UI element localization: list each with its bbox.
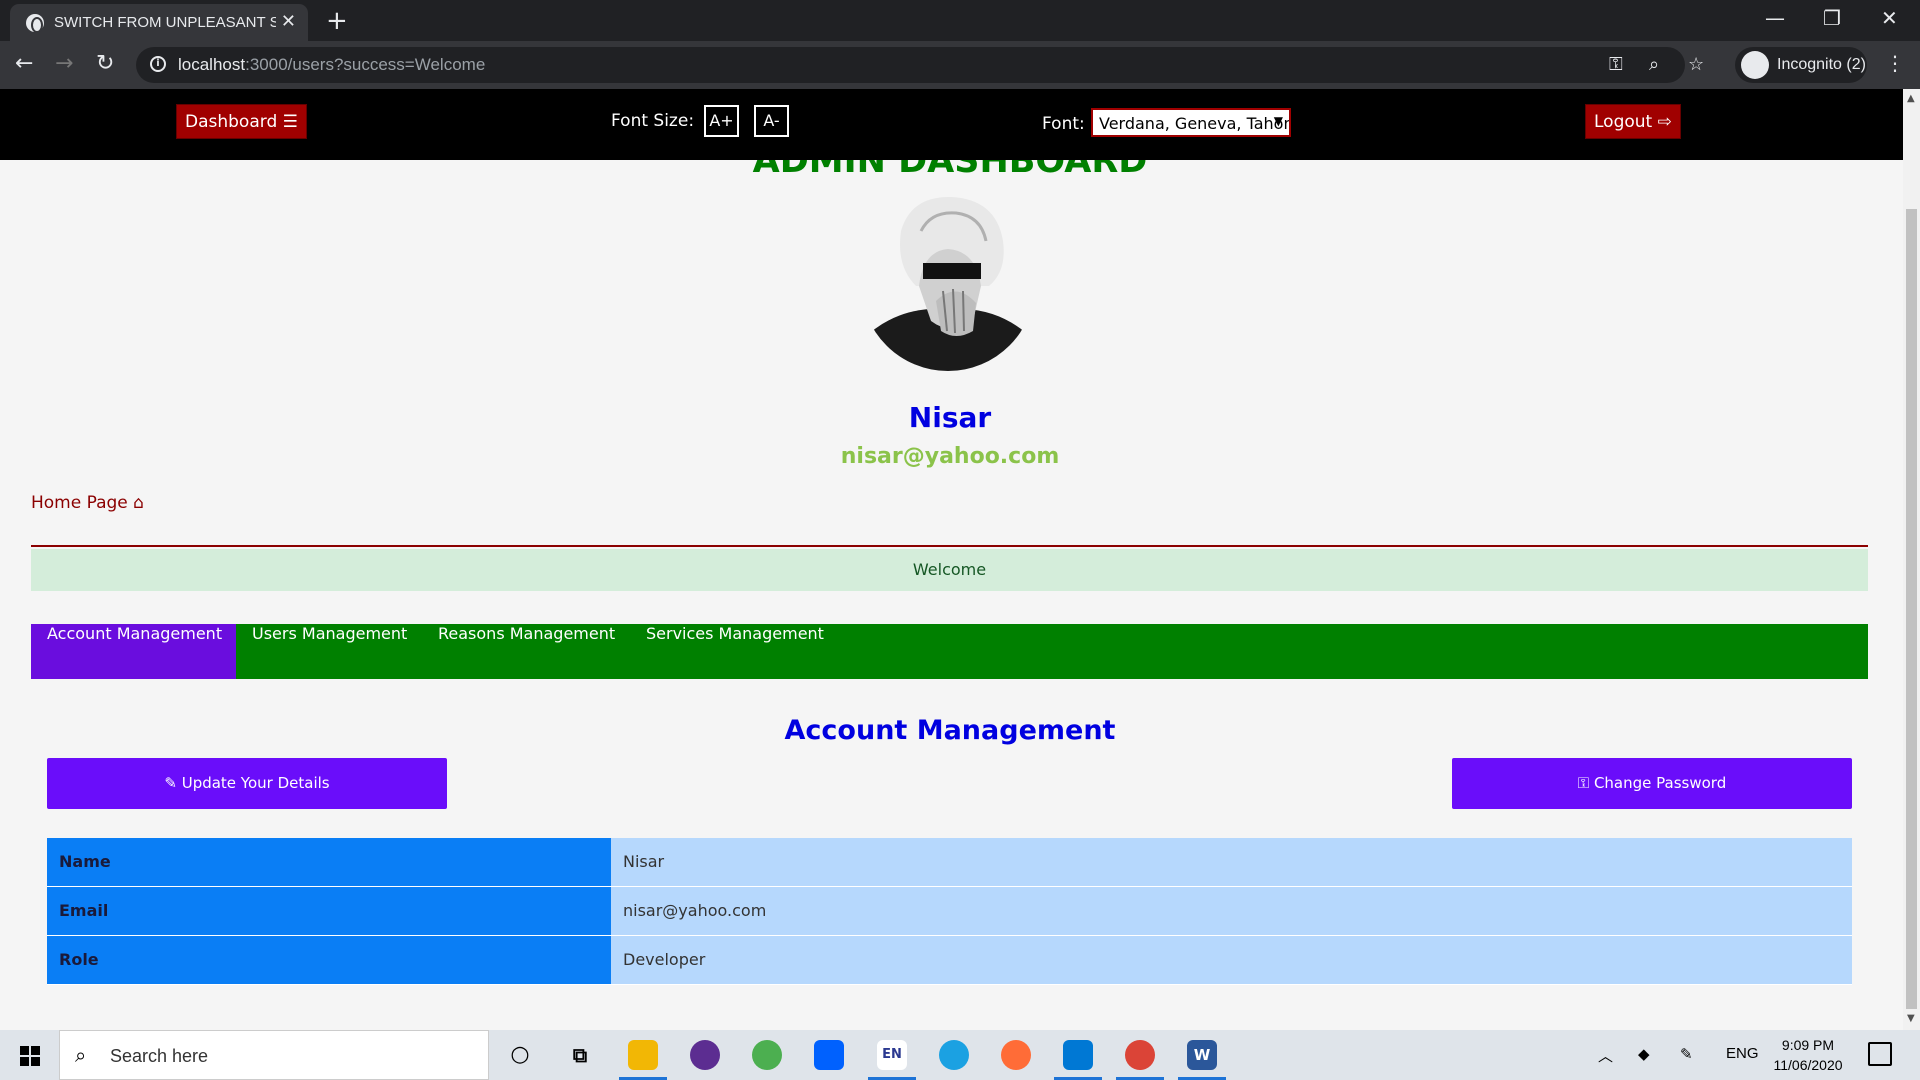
row-value: Developer: [611, 936, 1852, 984]
tray-dropbox-icon[interactable]: ◆: [1638, 1045, 1650, 1063]
new-tab-button[interactable]: +: [326, 6, 348, 36]
font-select[interactable]: Verdana, Geneva, Tahoma ▼: [1091, 108, 1291, 137]
table-row: Name Nisar: [47, 838, 1852, 887]
browser-toolbar: ← → ↻ i localhost:3000/users?success=Wel…: [0, 41, 1920, 89]
scroll-thumb[interactable]: [1906, 209, 1917, 1009]
tab-account-management[interactable]: Account Management: [31, 624, 236, 679]
edge-icon[interactable]: [939, 1040, 969, 1070]
search-icon: ⌕: [75, 1043, 87, 1067]
tab-services-management[interactable]: Services Management: [646, 624, 824, 679]
tab-reasons-management[interactable]: Reasons Management: [438, 624, 615, 679]
row-key: Email: [47, 887, 611, 935]
tab-title: SWITCH FROM UNPLEASANT SCENE: [54, 14, 276, 31]
incognito-label: Incognito (2): [1777, 56, 1866, 73]
table-row: Email nisar@yahoo.com: [47, 887, 1852, 936]
url-text[interactable]: localhost:3000/users?success=Welcome: [178, 55, 485, 75]
github-icon[interactable]: [690, 1040, 720, 1070]
incognito-icon: [1741, 51, 1769, 79]
clock-time: 9:09 PM: [1781, 1037, 1835, 1053]
font-select-value: Verdana, Geneva, Tahoma: [1099, 114, 1291, 133]
font-increase-button[interactable]: A+: [704, 105, 739, 137]
key-icon[interactable]: ⚿: [1609, 54, 1623, 75]
browser-tab[interactable]: SWITCH FROM UNPLEASANT SCENE ✕: [10, 4, 308, 41]
vscode-icon[interactable]: [1063, 1040, 1093, 1070]
font-label: Font:: [1042, 114, 1085, 134]
zoom-icon[interactable]: ⌕: [1649, 54, 1659, 75]
page-viewport: Dashboard ☰ Font Size: A+ A- Font: Verda…: [0, 89, 1903, 1030]
globe-icon: [26, 14, 44, 33]
user-email: nisar@yahoo.com: [840, 444, 1060, 469]
back-icon[interactable]: ←: [15, 51, 33, 76]
tab-users-management[interactable]: Users Management: [252, 624, 407, 679]
minimize-icon[interactable]: —: [1765, 6, 1785, 30]
taskbar-search[interactable]: ⌕ Search here: [59, 1030, 489, 1080]
tab-close-icon[interactable]: ✕: [281, 11, 296, 32]
update-details-button[interactable]: ✎ Update Your Details: [47, 758, 447, 809]
close-window-icon[interactable]: ✕: [1881, 6, 1898, 30]
avatar: [861, 191, 1035, 371]
postman-icon[interactable]: [1001, 1040, 1031, 1070]
chevron-down-icon: ▼: [1273, 114, 1283, 128]
home-page-link[interactable]: Home Page ⌂: [31, 493, 144, 513]
tray-pen-icon[interactable]: ✎: [1680, 1045, 1693, 1063]
reload-icon[interactable]: ↻: [96, 51, 114, 76]
table-row: Role Developer: [47, 936, 1852, 985]
notification-icon[interactable]: [1868, 1042, 1892, 1066]
en-icon[interactable]: EN: [877, 1040, 907, 1070]
browser-tab-strip: SWITCH FROM UNPLEASANT SCENE ✕ + — ❐ ✕: [0, 0, 1920, 41]
address-bar[interactable]: i localhost:3000/users?success=Welcome ⚿…: [136, 47, 1704, 83]
row-key: Name: [47, 838, 611, 886]
row-value: Nisar: [611, 838, 1852, 886]
row-value: nisar@yahoo.com: [611, 887, 1852, 935]
user-name: Nisar: [908, 401, 992, 434]
row-key: Role: [47, 936, 611, 984]
management-tabs: Account Management Users Management Reas…: [31, 624, 1868, 679]
divider: [31, 545, 1868, 547]
account-details-table: Name Nisar Email nisar@yahoo.com Role De…: [47, 838, 1852, 985]
site-info-icon[interactable]: i: [150, 56, 166, 72]
font-size-label: Font Size:: [611, 111, 695, 131]
logout-button[interactable]: Logout ⇨: [1585, 104, 1681, 139]
forward-icon[interactable]: →: [55, 51, 73, 76]
section-title: Account Management: [784, 715, 1116, 746]
change-password-button[interactable]: ⚿ Change Password: [1452, 758, 1852, 809]
file-explorer-icon[interactable]: [628, 1040, 658, 1070]
font-decrease-button[interactable]: A-: [754, 105, 789, 137]
windows-start-icon[interactable]: [20, 1046, 40, 1066]
word-icon[interactable]: W: [1187, 1040, 1217, 1070]
taskbar: ⌕ Search here ○ ⧉ EN W ︿ ◆ ✎ ENG 9:09 PM…: [0, 1030, 1920, 1080]
dropbox-icon[interactable]: [814, 1040, 844, 1070]
restore-icon[interactable]: ❐: [1823, 6, 1841, 30]
task-view-icon[interactable]: ⧉: [565, 1040, 595, 1070]
taskbar-clock[interactable]: 9:09 PM 11/06/2020: [1768, 1035, 1848, 1075]
incognito-badge[interactable]: Incognito (2): [1735, 47, 1867, 83]
page-scrollbar[interactable]: ▲ ▼: [1903, 89, 1920, 1030]
chrome-icon[interactable]: [1125, 1040, 1155, 1070]
star-icon[interactable]: ☆: [1688, 54, 1704, 75]
clock-date: 11/06/2020: [1773, 1057, 1843, 1073]
top-navbar: Dashboard ☰ Font Size: A+ A- Font: Verda…: [0, 89, 1903, 160]
atom-icon[interactable]: [752, 1040, 782, 1070]
tray-chevron-icon[interactable]: ︿: [1598, 1045, 1613, 1066]
dashboard-button[interactable]: Dashboard ☰: [176, 104, 307, 139]
search-placeholder: Search here: [110, 1046, 209, 1066]
success-alert: Welcome: [31, 549, 1868, 591]
scroll-down-icon[interactable]: ▼: [1907, 1013, 1915, 1024]
language-indicator[interactable]: ENG: [1726, 1045, 1759, 1062]
cortana-icon[interactable]: ○: [505, 1040, 535, 1070]
menu-kebab-icon[interactable]: ⋮: [1885, 51, 1905, 75]
scroll-up-icon[interactable]: ▲: [1907, 93, 1915, 104]
